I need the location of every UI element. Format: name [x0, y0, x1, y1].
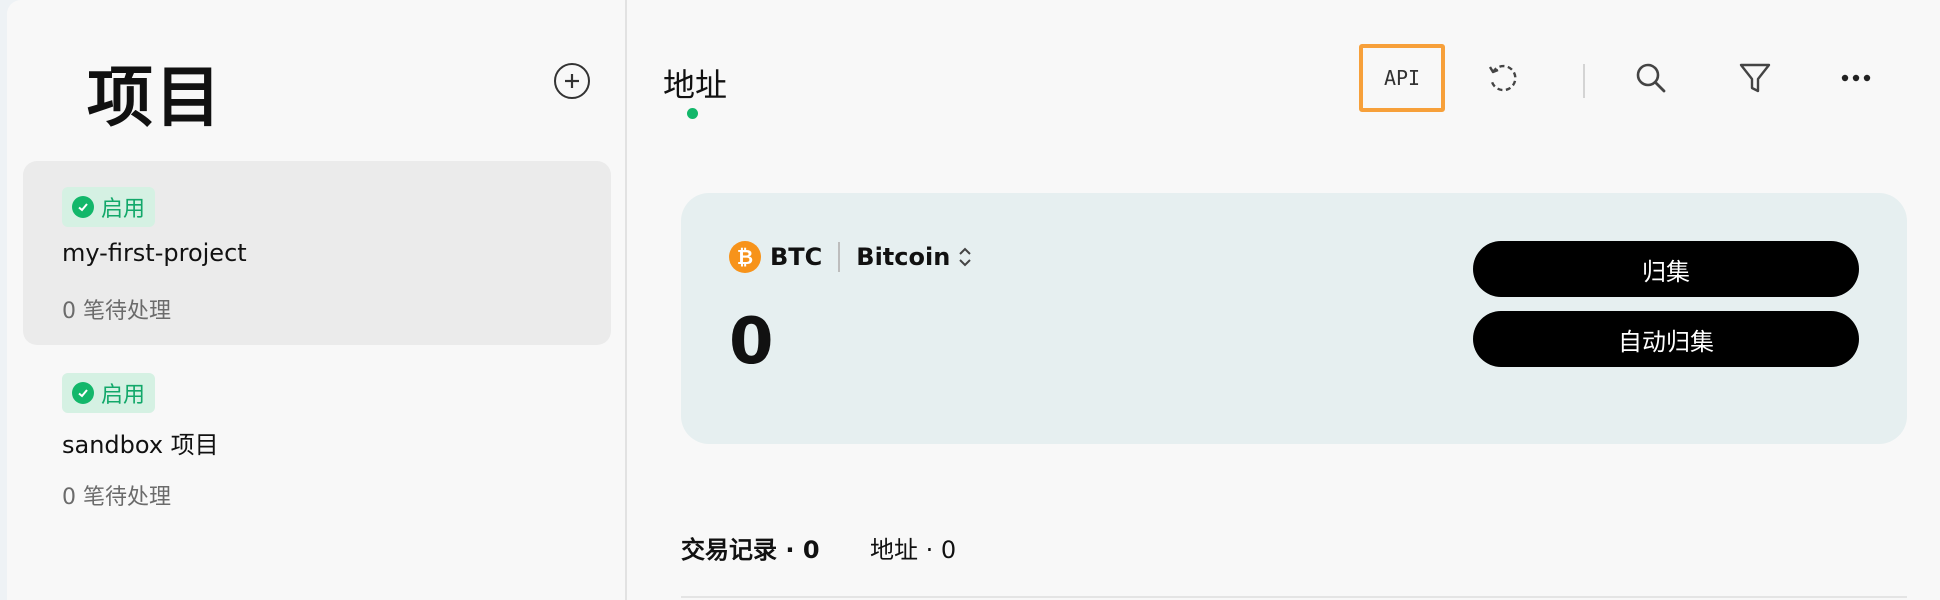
status-label: 启用: [101, 197, 146, 222]
project-card-sandbox[interactable]: 启用 sandbox 项目 0 笔待处理: [23, 347, 611, 531]
check-icon: [72, 196, 94, 218]
refresh-icon: [1488, 64, 1517, 92]
tab-addresses-count[interactable]: 地址 · 0: [870, 530, 956, 565]
toolbar-divider: [1583, 64, 1585, 98]
projects-sidebar: 项目 启用 my-first-project 0 笔待处理 启用 sandbox…: [7, 0, 627, 600]
status-badge: 启用: [62, 373, 156, 413]
asset-divider: [838, 242, 841, 272]
tab-transactions[interactable]: 交易记录 · 0: [681, 530, 820, 565]
main-panel: 地址 API ₿ BTC Bitcoin 0 归集 自动归集 交易记录 · 0 …: [629, 0, 1940, 600]
add-project-button[interactable]: [554, 63, 590, 99]
active-tab-indicator: [687, 108, 698, 119]
project-pending-count: 0 笔待处理: [62, 485, 171, 510]
search-button[interactable]: [1629, 56, 1673, 100]
more-button[interactable]: [1834, 56, 1878, 100]
more-icon: [1841, 74, 1871, 82]
refresh-button[interactable]: [1481, 56, 1525, 100]
check-icon: [72, 382, 94, 404]
chevron-updown-icon: [958, 246, 972, 268]
tabs-divider: [681, 596, 1907, 598]
filter-icon: [1739, 63, 1771, 93]
plus-circle-icon: [565, 74, 579, 88]
balance-card: ₿ BTC Bitcoin 0 归集 自动归集: [681, 193, 1907, 444]
asset-symbol: BTC: [770, 243, 823, 271]
status-label: 启用: [101, 383, 146, 408]
search-icon: [1636, 63, 1666, 93]
auto-collect-button[interactable]: 自动归集: [1473, 311, 1859, 367]
network-name: Bitcoin: [856, 243, 951, 271]
filter-button[interactable]: [1733, 56, 1777, 100]
project-name: sandbox 项目: [62, 431, 219, 459]
status-badge: 启用: [62, 187, 156, 227]
sidebar-title: 项目: [87, 59, 223, 136]
project-pending-count: 0 笔待处理: [62, 299, 171, 324]
asset-selector[interactable]: ₿ BTC Bitcoin: [729, 241, 972, 273]
api-button[interactable]: API: [1359, 44, 1445, 112]
project-name: my-first-project: [62, 239, 247, 267]
bitcoin-icon: ₿: [729, 241, 761, 273]
project-card-my-first-project[interactable]: 启用 my-first-project 0 笔待处理: [23, 161, 611, 345]
app-window: 项目 启用 my-first-project 0 笔待处理 启用 sandbox…: [7, 0, 1940, 600]
balance-amount: 0: [729, 305, 774, 379]
collect-button[interactable]: 归集: [1473, 241, 1859, 297]
tab-addresses[interactable]: 地址: [663, 60, 727, 106]
